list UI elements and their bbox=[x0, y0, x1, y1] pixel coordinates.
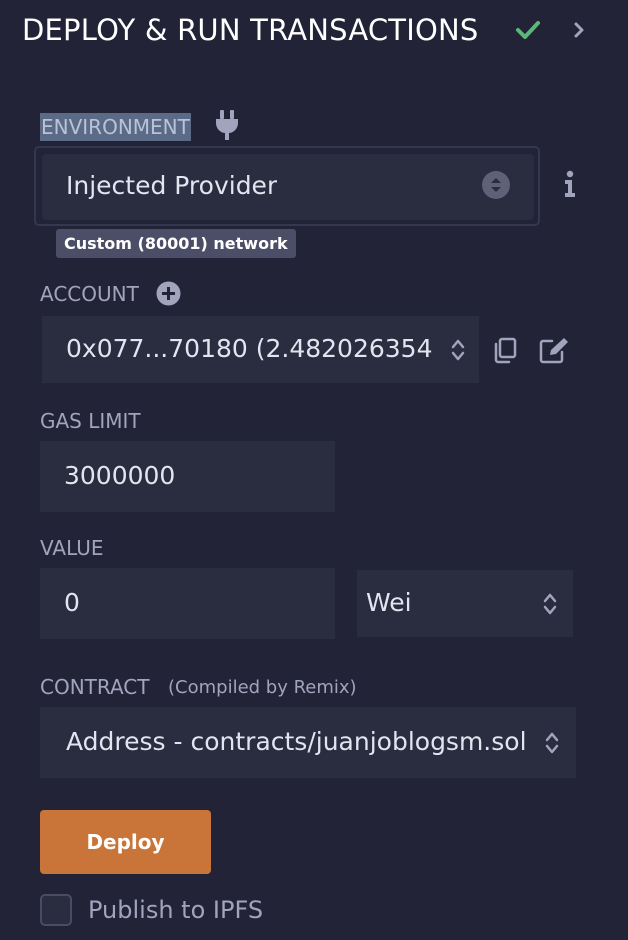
contract-sublabel: (Compiled by Remix) bbox=[168, 677, 357, 698]
deploy-run-panel: DEPLOY & RUN TRANSACTIONS ENVIRONMENT In… bbox=[0, 0, 628, 940]
environment-selected-value: Injected Provider bbox=[66, 171, 278, 200]
select-arrows-icon bbox=[482, 171, 510, 199]
account-select[interactable]: 0x077...70180 (2.482026354 bbox=[42, 316, 479, 383]
environment-select[interactable]: Injected Provider bbox=[42, 154, 534, 220]
plus-circle-icon[interactable] bbox=[156, 281, 181, 306]
chevron-right-icon[interactable] bbox=[568, 19, 590, 41]
deploy-button[interactable]: Deploy bbox=[40, 810, 211, 874]
plug-icon bbox=[216, 110, 238, 140]
value-unit-select[interactable]: Wei bbox=[357, 570, 573, 637]
check-icon bbox=[516, 21, 540, 39]
account-selected-value: 0x077...70180 (2.482026354 bbox=[66, 334, 433, 363]
gas-limit-label: GAS LIMIT bbox=[40, 409, 141, 433]
value-unit: Wei bbox=[366, 588, 412, 617]
select-arrows-icon bbox=[545, 732, 559, 754]
gas-limit-value: 3000000 bbox=[64, 461, 176, 490]
value-amount-input[interactable]: 0 bbox=[40, 568, 335, 639]
panel-header: DEPLOY & RUN TRANSACTIONS bbox=[0, 0, 628, 62]
contract-selected-value: Address - contracts/juanjoblogsm.sol bbox=[66, 727, 527, 756]
copy-icon[interactable] bbox=[491, 336, 519, 364]
network-badge: Custom (80001) network bbox=[56, 229, 296, 258]
publish-ipfs-checkbox[interactable] bbox=[40, 894, 72, 926]
select-arrows-icon bbox=[543, 593, 557, 615]
panel-title: DEPLOY & RUN TRANSACTIONS bbox=[22, 13, 479, 47]
contract-label: CONTRACT bbox=[40, 675, 150, 699]
publish-ipfs-label[interactable]: Publish to IPFS bbox=[88, 894, 263, 926]
contract-select[interactable]: Address - contracts/juanjoblogsm.sol bbox=[40, 707, 576, 778]
environment-label: ENVIRONMENT bbox=[40, 113, 191, 141]
value-label: VALUE bbox=[40, 536, 104, 560]
account-label: ACCOUNT bbox=[40, 282, 139, 306]
select-arrows-icon bbox=[451, 339, 465, 361]
edit-icon[interactable] bbox=[538, 336, 570, 364]
info-icon[interactable] bbox=[562, 170, 578, 198]
value-amount: 0 bbox=[64, 588, 80, 617]
gas-limit-input[interactable]: 3000000 bbox=[40, 441, 335, 512]
